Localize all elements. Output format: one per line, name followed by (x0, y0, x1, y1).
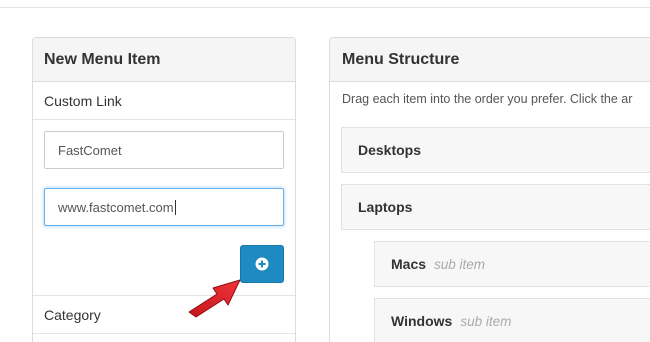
menu-item-laptops[interactable]: Laptops (341, 184, 650, 230)
link-name-input[interactable]: FastComet (44, 131, 284, 169)
category-section[interactable]: Category (33, 296, 295, 334)
plus-circle-icon (255, 257, 269, 271)
link-url-input[interactable]: www.fastcomet.com (44, 188, 284, 226)
menu-item-name: Laptops (358, 199, 413, 215)
category-label: Category (44, 306, 101, 323)
menu-item-name: Macs (391, 256, 427, 272)
link-url-value: www.fastcomet.com (58, 199, 174, 215)
text-caret (174, 199, 176, 215)
page: New Menu Item Custom Link FastComet www.… (0, 0, 650, 342)
sub-item-label: sub item (460, 313, 512, 329)
sub-item-label: sub item (434, 256, 486, 272)
menu-item-desktops[interactable]: Desktops (341, 127, 650, 173)
menu-structure-panel: Menu Structure Drag each item into the o… (329, 37, 650, 342)
new-menu-item-title: New Menu Item (33, 38, 295, 82)
menu-item-macs[interactable]: Macs sub item (374, 241, 650, 287)
custom-link-label: Custom Link (33, 82, 295, 120)
red-arrow-icon (188, 279, 241, 318)
menu-structure-title: Menu Structure (330, 38, 650, 82)
custom-link-form: FastComet www.fastcomet.com (33, 120, 295, 296)
menu-item-windows[interactable]: Windows sub item (374, 298, 650, 342)
new-menu-item-panel: New Menu Item Custom Link FastComet www.… (32, 37, 296, 342)
menu-item-name: Windows (391, 313, 453, 329)
menu-item-name: Desktops (358, 142, 422, 158)
top-divider (0, 7, 650, 8)
link-name-value: FastComet (58, 142, 122, 158)
add-menu-item-button[interactable] (240, 245, 284, 283)
drag-instructions: Drag each item into the order you prefer… (342, 92, 633, 106)
